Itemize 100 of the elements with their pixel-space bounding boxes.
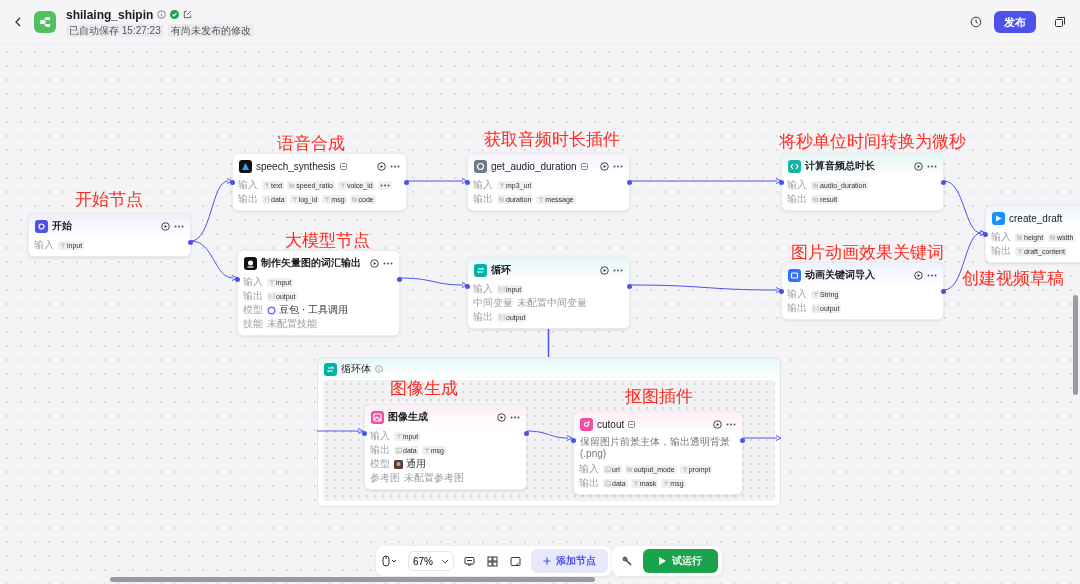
row-label: 输出 [787,301,807,315]
connector [316,428,364,434]
input-port[interactable] [235,277,240,282]
check-circle-icon [170,10,180,19]
output-port[interactable] [627,180,632,185]
run-node-icon[interactable] [377,161,386,171]
annotation-label: 创建视频草稿 [962,268,1064,290]
row-label: 输出 [370,443,390,457]
plugin-badge-icon [339,162,347,170]
input-port[interactable] [983,232,988,237]
run-node-icon[interactable] [914,270,923,280]
type-icon [499,195,505,203]
input-port[interactable] [362,431,367,436]
type-icon [269,278,275,286]
row-label: 输入 [243,275,263,289]
input-port[interactable] [571,438,576,443]
edit-icon[interactable] [183,10,193,19]
row-label: 输入 [579,462,599,476]
node-icon [992,211,1005,225]
more-icon[interactable] [383,261,393,265]
output-port[interactable] [627,284,632,289]
row-label: 输入 [473,178,493,192]
model-avatar-icon [394,459,403,469]
run-node-icon[interactable] [370,258,379,268]
row-label: 输入 [991,230,1011,244]
row-label: 输出 [787,192,807,206]
output-port[interactable] [941,289,946,294]
type-icon [538,195,545,203]
run-node-icon[interactable] [161,221,170,231]
node-icon [371,410,384,424]
run-node-icon[interactable] [600,161,609,171]
output-port[interactable] [404,180,409,185]
info-icon[interactable] [157,10,167,19]
layout-button[interactable] [485,553,500,569]
run-node-icon[interactable] [497,412,506,422]
empty-value: 未配置参考图 [404,471,464,485]
output-port[interactable] [188,240,193,245]
type-icon [423,446,430,454]
node-icon [788,159,801,173]
more-icon[interactable] [927,273,937,277]
output-port[interactable] [524,431,529,436]
row-label: 输出 [238,192,258,206]
input-port[interactable] [465,180,470,185]
output-port[interactable] [740,438,745,443]
output-port[interactable] [397,277,402,282]
copy-button[interactable] [1052,14,1068,30]
row-label: 输出 [243,289,263,303]
input-port[interactable] [465,284,470,289]
type-icon [605,479,611,487]
more-button[interactable] [377,180,392,190]
type-icon [632,479,639,487]
node-title: get_audio_duration [491,160,577,172]
row-label: 输入 [473,282,493,296]
history-button[interactable] [968,14,984,30]
app-icon [34,11,56,33]
node-description: 保留图片前景主体，输出透明背景(.png) [579,436,731,461]
model-logo-icon [267,305,276,315]
node-title: speech_synthesis [256,160,336,172]
input-port[interactable] [230,180,235,185]
node-icon [239,159,252,173]
zoom-select[interactable]: 67% [408,551,454,571]
publish-button[interactable]: 发布 [994,11,1036,33]
type-icon [396,432,402,440]
run-node-icon[interactable] [600,265,609,275]
row-label: 参考图 [370,471,400,485]
input-port[interactable] [779,289,784,294]
type-icon [605,465,611,473]
output-port[interactable] [941,180,946,185]
more-icon[interactable] [613,268,623,272]
more-icon[interactable] [726,422,736,426]
run-node-icon[interactable] [713,419,722,429]
more-icon[interactable] [613,164,623,168]
type-icon [339,181,346,189]
node-icon [580,417,593,431]
type-icon [264,181,270,189]
more-icon[interactable] [510,415,520,419]
scrollbar[interactable] [110,577,595,582]
add-node-button[interactable]: 添加节点 [531,549,608,573]
row-label: 输入 [238,178,258,192]
type-icon [291,195,298,203]
annotation-label: 抠图插件 [625,386,693,408]
row-label: 模型 [370,457,390,471]
node-title: 循环 [491,263,511,277]
scrollbar[interactable] [1073,295,1078,395]
input-port[interactable] [779,180,784,185]
node-title: cutout [597,418,625,430]
more-icon [379,183,390,187]
play-icon [659,557,666,565]
more-icon[interactable] [927,164,937,168]
annotation-label: 图片动画效果关键词 [791,242,944,264]
run-node-icon[interactable] [914,161,923,171]
model-name: 通用 [406,457,426,471]
row-label: 输出 [991,244,1011,258]
type-icon [499,285,505,293]
more-icon[interactable] [390,164,400,168]
chevron-down-icon [441,558,449,564]
type-icon [269,292,275,300]
type-icon [324,195,331,203]
row-label: 输入 [787,178,807,192]
more-icon[interactable] [174,224,184,228]
